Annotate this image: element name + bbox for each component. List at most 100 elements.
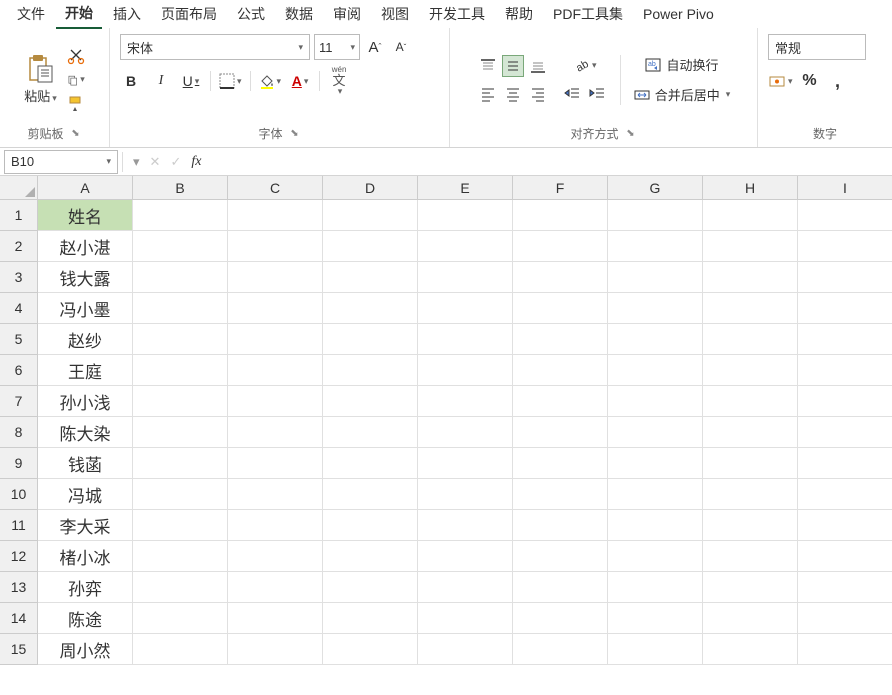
cell-I6[interactable] <box>798 355 892 386</box>
cell-E6[interactable] <box>418 355 513 386</box>
cell-E7[interactable] <box>418 386 513 417</box>
row-header-3[interactable]: 3 <box>0 262 38 293</box>
cell-H14[interactable] <box>703 603 798 634</box>
orientation-button[interactable]: ab▾ <box>561 55 608 77</box>
cell-G4[interactable] <box>608 293 703 324</box>
cell-B10[interactable] <box>133 479 228 510</box>
cell-A3[interactable]: 钱大露 <box>38 262 133 293</box>
cell-A12[interactable]: 楮小冰 <box>38 541 133 572</box>
border-button[interactable]: ▾ <box>219 70 242 92</box>
cell-G6[interactable] <box>608 355 703 386</box>
menu-审阅[interactable]: 审阅 <box>324 0 370 28</box>
cell-I7[interactable] <box>798 386 892 417</box>
menu-PDF工具集[interactable]: PDF工具集 <box>544 0 632 28</box>
row-header-6[interactable]: 6 <box>0 355 38 386</box>
cell-D2[interactable] <box>323 231 418 262</box>
cell-C9[interactable] <box>228 448 323 479</box>
cell-F13[interactable] <box>513 572 608 603</box>
cell-F4[interactable] <box>513 293 608 324</box>
name-box[interactable]: B10▾ <box>4 150 118 174</box>
cell-G2[interactable] <box>608 231 703 262</box>
menu-帮助[interactable]: 帮助 <box>496 0 542 28</box>
cell-C6[interactable] <box>228 355 323 386</box>
cell-C10[interactable] <box>228 479 323 510</box>
cell-C8[interactable] <box>228 417 323 448</box>
cell-A13[interactable]: 孙弈 <box>38 572 133 603</box>
increase-font-icon[interactable]: Aˆ <box>364 36 386 58</box>
cell-G9[interactable] <box>608 448 703 479</box>
cell-C5[interactable] <box>228 324 323 355</box>
cell-I14[interactable] <box>798 603 892 634</box>
row-header-2[interactable]: 2 <box>0 231 38 262</box>
cell-C1[interactable] <box>228 200 323 231</box>
select-all-corner[interactable] <box>0 176 38 200</box>
cell-G3[interactable] <box>608 262 703 293</box>
cell-F2[interactable] <box>513 231 608 262</box>
cell-I12[interactable] <box>798 541 892 572</box>
cell-B4[interactable] <box>133 293 228 324</box>
cell-B2[interactable] <box>133 231 228 262</box>
col-header-F[interactable]: F <box>513 176 608 200</box>
align-top-icon[interactable] <box>477 55 499 77</box>
cell-G13[interactable] <box>608 572 703 603</box>
cell-G8[interactable] <box>608 417 703 448</box>
row-header-10[interactable]: 10 <box>0 479 38 510</box>
col-header-D[interactable]: D <box>323 176 418 200</box>
cell-H8[interactable] <box>703 417 798 448</box>
cell-I8[interactable] <box>798 417 892 448</box>
col-header-B[interactable]: B <box>133 176 228 200</box>
cell-E4[interactable] <box>418 293 513 324</box>
cell-G15[interactable] <box>608 634 703 665</box>
cell-A9[interactable]: 钱菡 <box>38 448 133 479</box>
cell-D11[interactable] <box>323 510 418 541</box>
cell-D9[interactable] <box>323 448 418 479</box>
cell-G1[interactable] <box>608 200 703 231</box>
cell-D15[interactable] <box>323 634 418 665</box>
italic-button[interactable]: I <box>150 70 172 92</box>
align-center-icon[interactable] <box>502 83 524 105</box>
bold-button[interactable]: B <box>120 70 142 92</box>
cell-H15[interactable] <box>703 634 798 665</box>
cell-A11[interactable]: 李大采 <box>38 510 133 541</box>
font-size-select[interactable]: 11▾ <box>314 34 360 60</box>
align-left-icon[interactable] <box>477 83 499 105</box>
cell-H10[interactable] <box>703 479 798 510</box>
cell-A8[interactable]: 陈大染 <box>38 417 133 448</box>
cell-G14[interactable] <box>608 603 703 634</box>
cell-F5[interactable] <box>513 324 608 355</box>
cell-D3[interactable] <box>323 262 418 293</box>
cell-H3[interactable] <box>703 262 798 293</box>
currency-button[interactable]: ▾ <box>768 70 793 92</box>
row-header-11[interactable]: 11 <box>0 510 38 541</box>
cell-D6[interactable] <box>323 355 418 386</box>
cell-D4[interactable] <box>323 293 418 324</box>
format-painter-icon[interactable] <box>67 95 85 113</box>
paste-icon[interactable] <box>26 54 54 84</box>
cell-A4[interactable]: 冯小墨 <box>38 293 133 324</box>
cell-C4[interactable] <box>228 293 323 324</box>
cell-E11[interactable] <box>418 510 513 541</box>
cell-C15[interactable] <box>228 634 323 665</box>
cell-A15[interactable]: 周小然 <box>38 634 133 665</box>
cell-F12[interactable] <box>513 541 608 572</box>
cell-A14[interactable]: 陈途 <box>38 603 133 634</box>
cell-I4[interactable] <box>798 293 892 324</box>
cell-H6[interactable] <box>703 355 798 386</box>
cell-C3[interactable] <box>228 262 323 293</box>
cell-D13[interactable] <box>323 572 418 603</box>
menu-页面布局[interactable]: 页面布局 <box>152 0 226 28</box>
fx-icon[interactable]: fx <box>191 154 201 170</box>
cell-B13[interactable] <box>133 572 228 603</box>
cell-F7[interactable] <box>513 386 608 417</box>
cell-A10[interactable]: 冯城 <box>38 479 133 510</box>
menu-插入[interactable]: 插入 <box>104 0 150 28</box>
comma-button[interactable]: , <box>827 70 849 92</box>
cell-D7[interactable] <box>323 386 418 417</box>
cell-E13[interactable] <box>418 572 513 603</box>
fill-color-button[interactable]: ▾ <box>259 70 282 92</box>
cell-E15[interactable] <box>418 634 513 665</box>
cell-H2[interactable] <box>703 231 798 262</box>
cell-A6[interactable]: 王庭 <box>38 355 133 386</box>
percent-button[interactable]: % <box>799 70 821 92</box>
phonetic-button[interactable]: wén文▾ <box>328 70 350 92</box>
